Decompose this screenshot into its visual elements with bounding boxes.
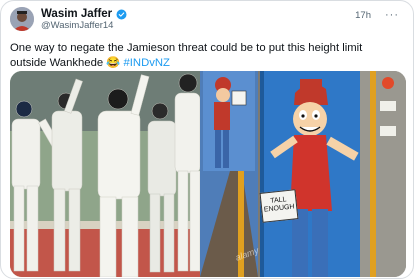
author-handle[interactable]: @WasimJaffer14	[41, 20, 113, 31]
author-name[interactable]: Wasim Jaffer	[41, 8, 112, 20]
height-sign: TALL ENOUGH	[259, 189, 299, 223]
tweet-text: One way to negate the Jamieson threat co…	[10, 41, 400, 70]
tweet-text-main: One way to negate the Jamieson threat co…	[10, 42, 363, 69]
tweet-media-image[interactable]: TALL ENOUGH alamy	[10, 71, 406, 277]
tweet-card[interactable]: Wasim Jaffer @WasimJaffer14 17h ··· One …	[0, 0, 414, 279]
more-icon[interactable]: ···	[385, 9, 399, 21]
verified-badge-icon	[116, 9, 127, 20]
tweet-timestamp[interactable]: 17h	[355, 10, 371, 21]
hashtag-link[interactable]: #INDvNZ	[124, 57, 170, 69]
avatar[interactable]	[10, 7, 34, 31]
